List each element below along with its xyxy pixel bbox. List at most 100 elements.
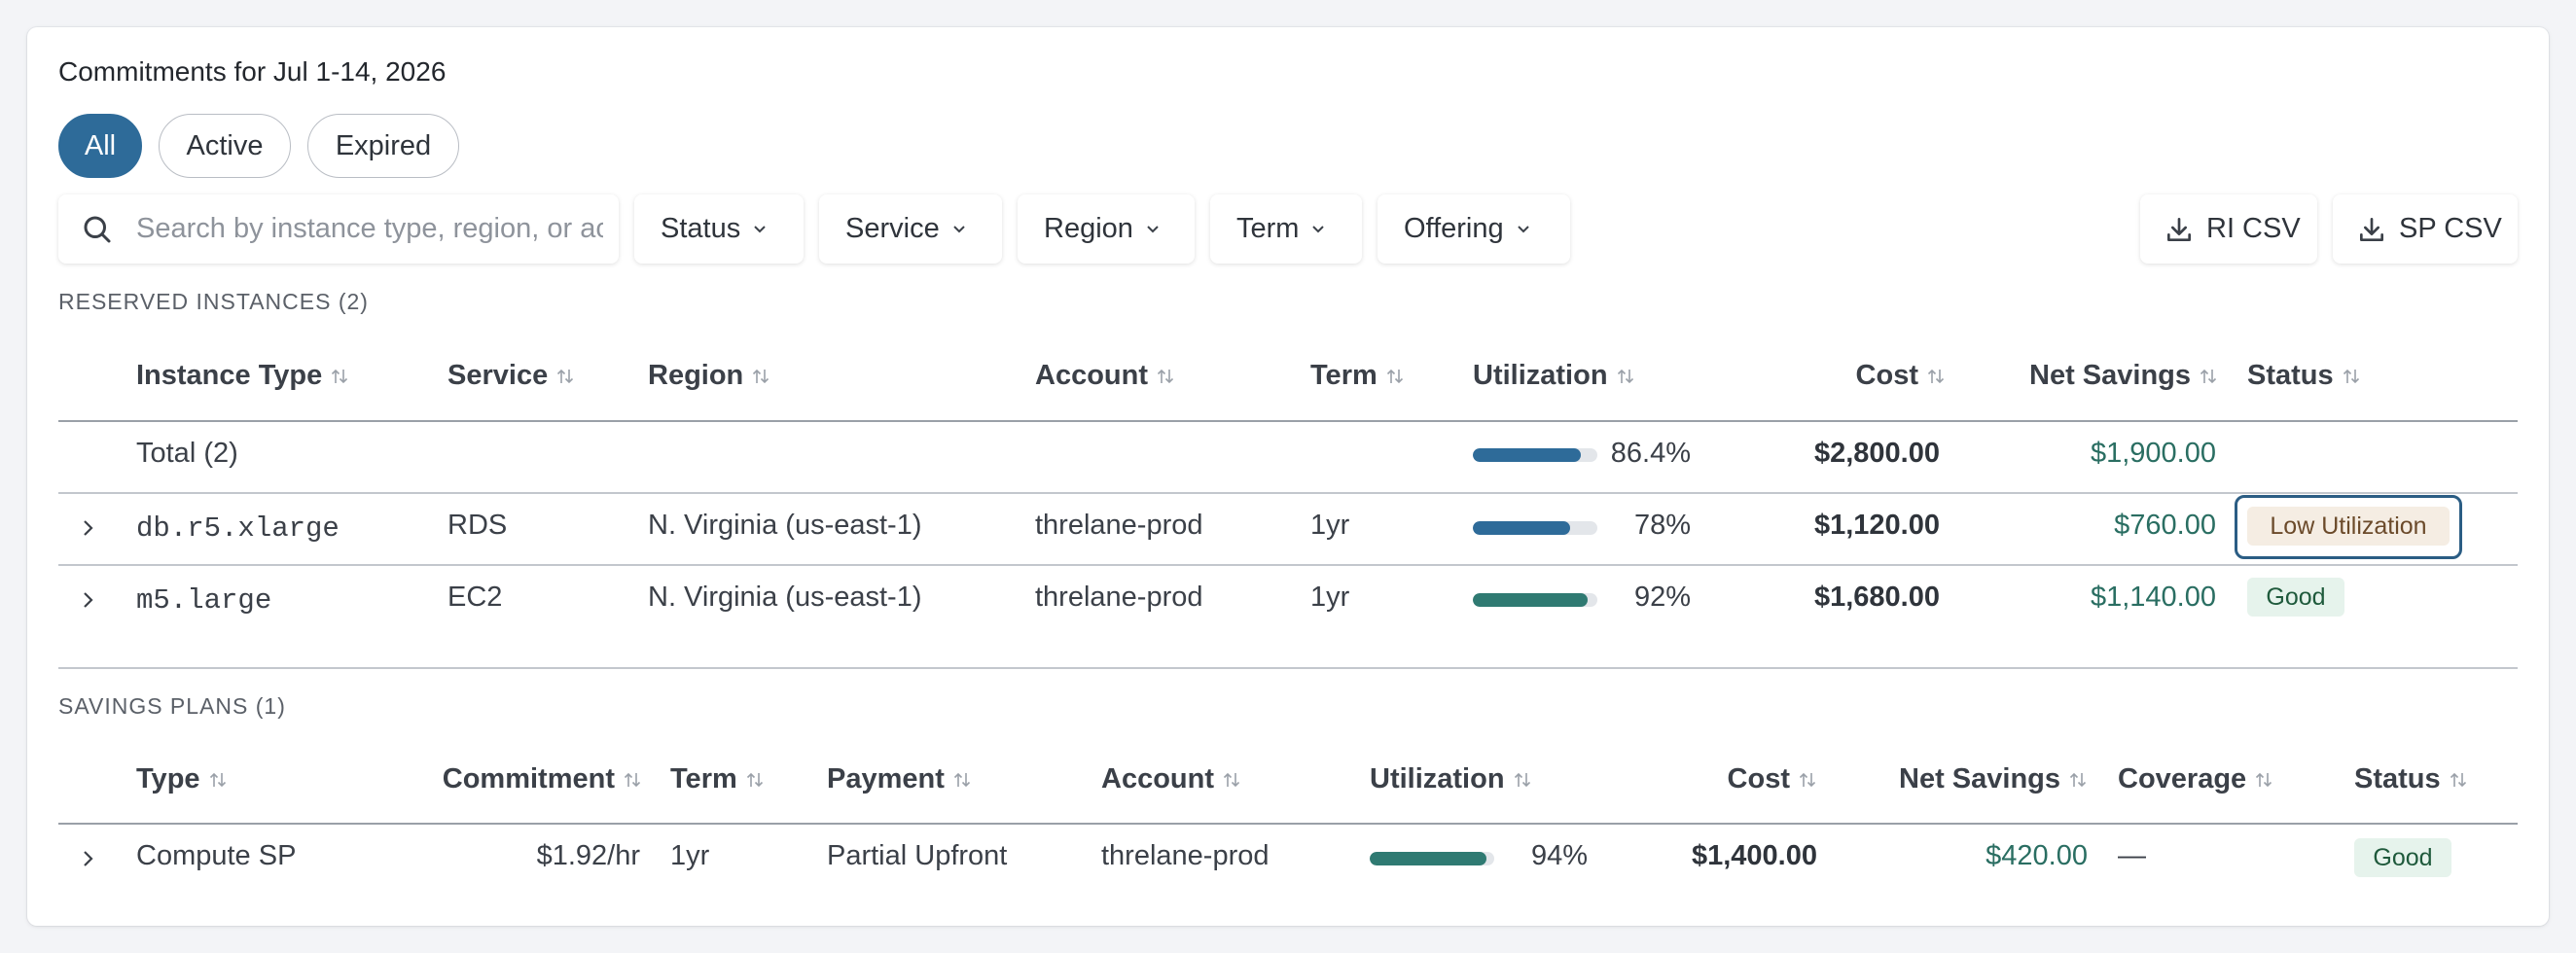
savings-plans-section-label: SAVINGS PLANS (1) [58,693,286,719]
header-account[interactable]: Account [1035,360,1175,392]
header-instance-type[interactable]: Instance Type [136,360,349,392]
header-region[interactable]: Region [648,360,770,392]
header-cost[interactable]: Cost [1771,360,1946,392]
header-coverage[interactable]: Coverage [2118,763,2273,795]
chevron-right-icon[interactable] [78,848,99,869]
ri-row-1-account: threlane-prod [1035,510,1203,541]
filter-term-label: Term [1236,213,1300,244]
sort-icon [2450,772,2466,787]
filter-term-dropdown[interactable]: Term [1210,194,1362,264]
header-type[interactable]: Type [136,763,228,795]
sort-icon [1223,772,1240,787]
search-box [58,194,619,264]
header-sp-net-savings[interactable]: Net Savings [1848,763,2088,795]
sp-row-1-payment: Partial Upfront [827,840,1008,871]
filter-service-label: Service [845,213,940,244]
ri-row-1-region: N. Virginia (us-east-1) [648,510,922,541]
sort-icon [2069,772,2087,787]
sort-icon [2343,369,2359,383]
utilization-fill [1370,852,1487,865]
ri-row-2-cost: $1,680.00 [1813,582,1940,613]
divider [58,492,2518,494]
header-sp-cost[interactable]: Cost [1654,763,1817,795]
filter-status-dropdown[interactable]: Status [634,194,804,264]
ri-total-net-savings: $1,900.00 [2090,438,2216,469]
sp-row-1-utilization-value: 94% [1530,840,1588,871]
chevron-down-icon [1517,225,1529,232]
ri-row-1-term: 1yr [1310,510,1350,541]
reserved-instances-section-label: RESERVED INSTANCES (2) [58,289,369,314]
header-utilization[interactable]: Utilization [1473,360,1635,392]
ri-row-2-term: 1yr [1310,582,1350,613]
ri-row-2-account: threlane-prod [1035,582,1203,613]
sort-icon [209,772,226,787]
sp-row-1-utilization-bar [1370,852,1494,865]
sort-icon [332,369,348,383]
sp-row-1-cost: $1,400.00 [1691,840,1817,871]
filter-region-dropdown[interactable]: Region [1018,194,1195,264]
sort-icon [1157,369,1174,383]
tab-expired[interactable]: Expired [307,114,459,178]
ri-row-2-service: EC2 [447,582,503,613]
sort-icon [1617,369,1633,383]
sort-icon [953,772,970,787]
search-input[interactable] [136,213,603,245]
utilization-fill [1473,448,1581,462]
sort-icon [1799,772,1816,787]
chevron-right-icon[interactable] [78,589,99,611]
ri-row-1-instance-type: db.r5.xlarge [136,512,340,545]
sort-icon [1386,369,1403,383]
header-sp-utilization[interactable]: Utilization [1370,763,1532,795]
ri-csv-label: RI CSV [2206,213,2301,244]
sort-icon [2200,369,2217,383]
header-sp-term[interactable]: Term [670,763,765,795]
header-payment[interactable]: Payment [827,763,972,795]
header-commitment[interactable]: Commitment [389,763,642,795]
sort-icon [746,772,763,787]
tab-all[interactable]: All [58,114,142,178]
chevron-down-icon [1147,225,1159,232]
sp-row-1-account: threlane-prod [1101,840,1270,871]
page-title: Commitments for Jul 1-14, 2026 [58,56,447,87]
filter-offering-dropdown[interactable]: Offering [1377,194,1570,264]
ri-row-1-cost: $1,120.00 [1813,510,1940,541]
divider [58,823,2518,825]
header-sp-status[interactable]: Status [2354,763,2468,795]
ri-row-1-net-savings: $760.00 [2114,510,2216,541]
divider [58,667,2518,669]
sort-icon [753,369,769,383]
sort-icon [557,369,574,383]
search-icon [84,216,111,243]
filter-service-dropdown[interactable]: Service [819,194,1002,264]
sp-row-1-type: Compute SP [136,840,297,871]
sp-csv-button[interactable]: SP CSV [2333,194,2518,264]
utilization-fill [1473,521,1570,535]
status-badge-good[interactable]: Good [2354,838,2451,877]
sp-row-1-coverage: — [2118,840,2146,871]
divider [58,420,2518,422]
status-badge-low-utilization[interactable]: Low Utilization [2247,507,2450,546]
status-badge-good[interactable]: Good [2247,578,2344,617]
ri-csv-button[interactable]: RI CSV [2140,194,2317,264]
filter-region-label: Region [1044,213,1133,244]
ri-total-utilization-value: 86.4% [1610,438,1691,469]
header-term[interactable]: Term [1310,360,1405,392]
ri-row-1-utilization-value: 78% [1633,510,1691,541]
chevron-right-icon[interactable] [78,517,99,539]
ri-row-1-service: RDS [447,510,508,541]
sp-csv-label: SP CSV [2399,213,2502,244]
header-status[interactable]: Status [2247,360,2361,392]
header-service[interactable]: Service [447,360,575,392]
sort-icon [1927,369,1945,383]
ri-total-cost: $2,800.00 [1813,438,1940,469]
sp-row-1-term: 1yr [670,840,710,871]
header-sp-account[interactable]: Account [1101,763,1241,795]
tab-active[interactable]: Active [159,114,291,178]
header-net-savings[interactable]: Net Savings [1975,360,2218,392]
filter-status-label: Status [661,213,741,244]
sort-icon [2256,772,2272,787]
chevron-down-icon [754,225,766,232]
download-icon [2360,217,2383,241]
divider [58,564,2518,566]
sp-row-1-net-savings: $420.00 [1986,840,2088,871]
